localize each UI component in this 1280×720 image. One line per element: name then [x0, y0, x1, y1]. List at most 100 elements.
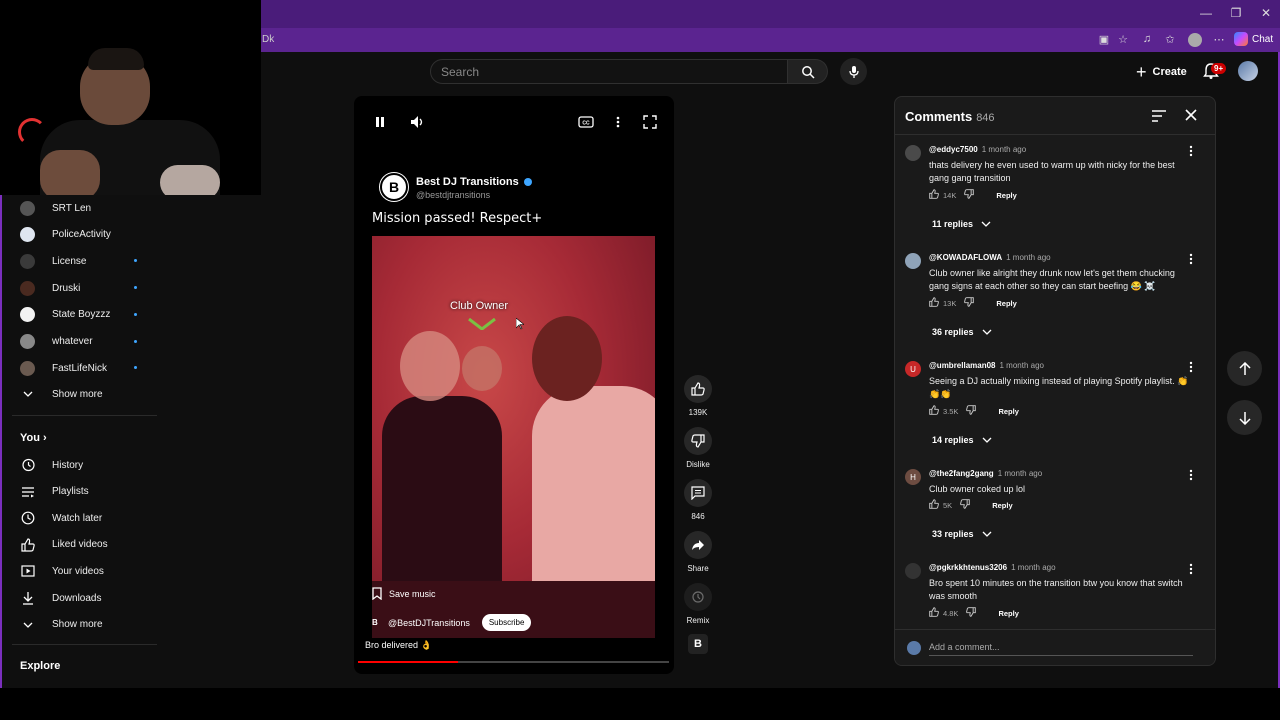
comment-like-count: 13K [943, 298, 957, 308]
red-light-arc [18, 118, 46, 146]
search-button[interactable] [788, 59, 828, 84]
sidebar-item-playlists[interactable]: Playlists [20, 479, 145, 505]
sidebar-item-label: Watch later [52, 512, 103, 524]
sidebar-item-downloads[interactable]: Downloads [20, 585, 145, 611]
address-text[interactable]: Dk [262, 34, 274, 45]
reader-mode-icon[interactable]: ▣ [1096, 33, 1112, 46]
subscribe-button[interactable]: Subscribe [481, 614, 532, 631]
close-icon[interactable] [1183, 107, 1199, 123]
reply-button[interactable]: Reply [992, 501, 1012, 510]
comment-dislike-icon[interactable] [964, 297, 975, 309]
comment-like-count: 4.8K [943, 608, 959, 618]
minimize-button[interactable]: — [1192, 6, 1220, 20]
thumbs-down-icon [684, 427, 712, 455]
view-replies-button[interactable]: 14 replies [932, 435, 992, 445]
video-frame[interactable]: Club Owner [372, 236, 655, 638]
reply-button[interactable]: Reply [996, 299, 1016, 308]
commenter-avatar[interactable]: U [905, 361, 921, 377]
save-music-button[interactable]: Save music [372, 587, 436, 600]
comment-actions: 5K Reply [929, 499, 1013, 511]
reply-button[interactable]: Reply [998, 609, 1018, 618]
comment-like-icon[interactable] [929, 189, 939, 201]
favorites-icon[interactable]: ✩ [1162, 33, 1178, 46]
comments-button[interactable]: 846 [682, 479, 714, 521]
sidebar-item-liked-videos[interactable]: Liked videos [20, 532, 145, 558]
comment-more-icon[interactable] [1187, 361, 1195, 373]
comment-more-icon[interactable] [1187, 563, 1195, 575]
more-options-icon[interactable] [610, 114, 626, 130]
sidebar-subscription[interactable]: PoliceActivity [20, 222, 145, 248]
comment-author-row: @eddyc7500 1 month ago [929, 145, 1026, 154]
comment-like-icon[interactable] [929, 607, 939, 619]
fullscreen-icon[interactable] [642, 114, 658, 130]
sidebar-subscription[interactable]: License [20, 248, 145, 274]
restore-button[interactable]: ❐ [1222, 6, 1250, 20]
comment-more-icon[interactable] [1187, 253, 1195, 265]
view-replies-button[interactable]: 11 replies [932, 219, 991, 229]
chevron-right-icon: › [43, 432, 47, 444]
dislike-button[interactable]: Dislike [682, 427, 714, 469]
sidebar-subscription[interactable]: State Boyzzz [20, 302, 145, 328]
you-section-heading[interactable]: You › [20, 432, 47, 444]
comment-author[interactable]: @umbrellaman08 [929, 361, 996, 370]
comment-author[interactable]: @pgkrkkhtenus3206 [929, 563, 1007, 572]
subscriptions-show-more[interactable]: Show more [20, 381, 145, 407]
sort-icon[interactable] [1151, 109, 1167, 123]
close-window-button[interactable]: ✕ [1252, 6, 1280, 20]
comment-author[interactable]: @eddyc7500 [929, 145, 978, 154]
comment-like-icon[interactable] [929, 499, 939, 511]
more-menu-icon[interactable]: ⋯ [1211, 33, 1227, 46]
commenter-avatar[interactable]: H [905, 469, 921, 485]
share-button[interactable]: Share [682, 531, 714, 573]
view-replies-button[interactable]: 36 replies [932, 327, 992, 337]
sidebar-item-show-more[interactable]: Show more [20, 612, 145, 638]
comment-dislike-icon[interactable] [960, 499, 970, 511]
comments-title-text: Comments [905, 109, 973, 124]
commenter-avatar[interactable] [905, 253, 921, 269]
channel-name[interactable]: Best DJ Transitions [416, 176, 532, 188]
sidebar-item-watch-later[interactable]: Watch later [20, 505, 145, 531]
previous-short-button[interactable] [1227, 351, 1262, 386]
captions-icon[interactable]: CC [578, 114, 594, 130]
sidebar-subscription[interactable]: whatever [20, 329, 145, 355]
volume-icon[interactable] [410, 114, 426, 130]
voice-search-button[interactable] [840, 58, 867, 85]
comment-dislike-icon[interactable] [966, 607, 977, 619]
favorite-star-icon[interactable]: ☆ [1115, 33, 1131, 46]
comment-like-icon[interactable] [929, 297, 939, 309]
comment-author[interactable]: @KOWADAFLOWA [929, 253, 1002, 262]
view-replies-button[interactable]: 33 replies [932, 529, 992, 539]
comment-dislike-icon[interactable] [966, 405, 977, 417]
comment-author[interactable]: @the2fang2gang [929, 469, 994, 478]
uploader-handle[interactable]: @BestDJTransitions [388, 618, 470, 628]
like-button[interactable]: 139K [682, 375, 714, 417]
commenter-avatar[interactable] [905, 563, 921, 579]
comment-dislike-icon[interactable] [964, 189, 975, 201]
next-short-button[interactable] [1227, 400, 1262, 435]
add-comment-input[interactable]: Add a comment... [929, 642, 1193, 656]
sidebar-item-your-videos[interactable]: Your videos [20, 558, 145, 584]
sidebar-subscription[interactable]: FastLifeNick [20, 355, 145, 381]
comment-like-icon[interactable] [929, 405, 939, 417]
comment-more-icon[interactable] [1187, 469, 1195, 481]
progress-bar[interactable] [358, 661, 669, 663]
remix-button[interactable]: Remix [682, 583, 714, 625]
reply-button[interactable]: Reply [998, 407, 1018, 416]
uploader-logo[interactable]: B [372, 618, 382, 628]
browser-profile-avatar[interactable] [1188, 33, 1202, 47]
create-button[interactable]: + Create [1130, 61, 1193, 83]
reply-button[interactable]: Reply [996, 191, 1016, 200]
shorts-player[interactable]: CC B Best DJ Transitions @bestdjtransiti… [354, 96, 674, 674]
search-input[interactable]: Search [430, 59, 788, 84]
sidebar-item-history[interactable]: History [20, 452, 145, 478]
sidebar-subscription[interactable]: SRT Len [20, 195, 145, 221]
channel-avatar-button[interactable]: B [688, 634, 708, 654]
channel-logo[interactable]: B [380, 173, 408, 201]
commenter-avatar[interactable] [905, 145, 921, 161]
extensions-icon[interactable]: ♫ [1139, 33, 1155, 45]
sidebar-subscription[interactable]: Druski [20, 275, 145, 301]
comment-more-icon[interactable] [1187, 145, 1195, 157]
account-avatar[interactable] [1238, 61, 1258, 81]
copilot-chat-button[interactable]: Chat [1234, 32, 1273, 46]
pause-icon[interactable] [372, 114, 388, 130]
